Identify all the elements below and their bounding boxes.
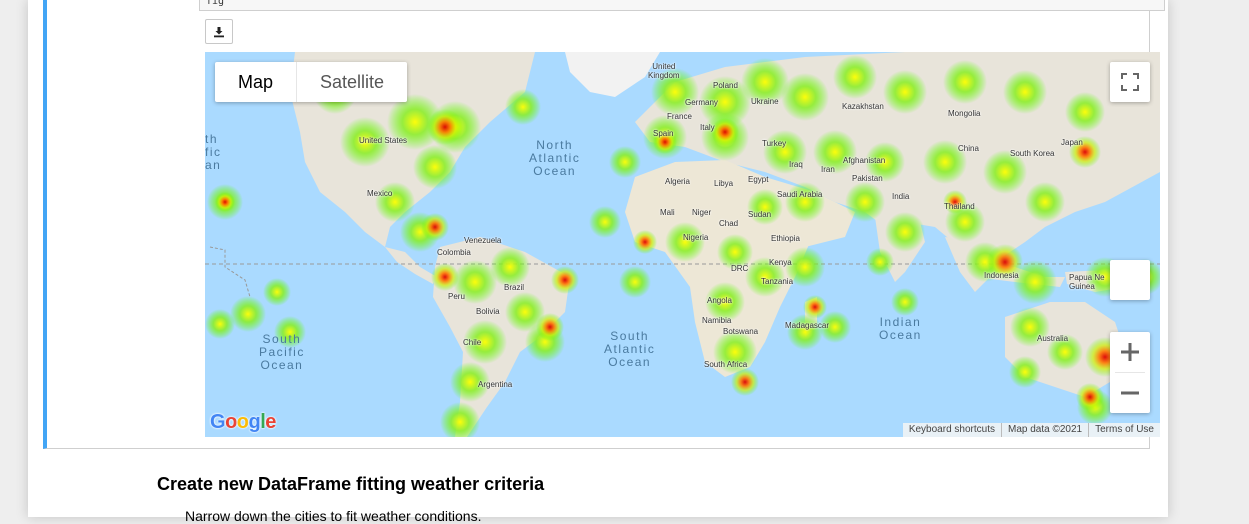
keyboard-shortcuts-link[interactable]: Keyboard shortcuts (903, 423, 1001, 437)
download-icon (214, 26, 224, 37)
fullscreen-icon (1121, 73, 1139, 91)
google-logo[interactable]: Google (210, 411, 276, 434)
label-brazil: Brazil (504, 283, 525, 292)
label-turkey: Turkey (762, 139, 787, 148)
fullscreen-button[interactable] (1110, 62, 1150, 102)
zoom-out-button[interactable] (1110, 373, 1150, 413)
label-indonesia: Indonesia (984, 271, 1019, 280)
map-data-text: Map data ©2021 (1001, 423, 1088, 437)
label-pakistan: Pakistan (852, 174, 883, 183)
zoom-control (1110, 332, 1150, 413)
label-niger: Niger (692, 208, 712, 217)
label-tanzania: Tanzania (761, 277, 794, 286)
map-type-map-button[interactable]: Map (215, 62, 296, 102)
label-bolivia: Bolivia (476, 307, 500, 316)
label-thailand: Thailand (944, 202, 975, 211)
map-type-control: Map Satellite (215, 62, 408, 102)
label-kenya: Kenya (769, 258, 792, 267)
notebook-page: fig United Kingdom Poland Ukraine German… (28, 0, 1168, 524)
label-chad: Chad (719, 219, 739, 228)
label-poland: Poland (713, 81, 738, 90)
label-china: China (958, 144, 979, 153)
label-north-atlantic: North Atlantic Ocean (529, 138, 581, 178)
terms-of-use-link[interactable]: Terms of Use (1088, 423, 1160, 437)
street-view-button[interactable] (1110, 260, 1150, 300)
label-north-pacific-partial: th fic an (205, 132, 222, 172)
label-ethiopia: Ethiopia (771, 234, 800, 243)
plus-icon (1121, 343, 1139, 361)
label-south-atlantic: South Atlantic Ocean (604, 329, 656, 369)
label-venezuela: Venezuela (464, 236, 502, 245)
map-attribution: Keyboard shortcuts Map data ©2021 Terms … (902, 423, 1160, 437)
label-mongolia: Mongolia (948, 109, 981, 118)
label-namibia: Namibia (702, 316, 732, 325)
label-saudi-arabia: Saudi Arabia (777, 190, 823, 199)
code-input-stub[interactable]: fig (199, 0, 1165, 11)
download-button[interactable] (205, 19, 233, 44)
label-mali: Mali (660, 208, 675, 217)
label-ukraine: Ukraine (751, 97, 779, 106)
label-libya: Libya (714, 179, 734, 188)
heatmap-map[interactable]: United Kingdom Poland Ukraine Germany Fr… (205, 52, 1160, 437)
label-india: India (892, 192, 910, 201)
label-italy: Italy (700, 123, 715, 132)
label-chile: Chile (463, 338, 482, 347)
label-iraq: Iraq (789, 160, 803, 169)
label-madagascar: Madagascar (785, 321, 830, 330)
label-japan: Japan (1061, 138, 1083, 147)
label-france: France (667, 112, 692, 121)
label-indian-ocean: Indian Ocean (879, 315, 922, 342)
label-algeria: Algeria (665, 177, 690, 186)
label-egypt: Egypt (748, 175, 769, 184)
label-mexico: Mexico (367, 189, 393, 198)
label-drc: DRC (731, 264, 749, 273)
label-peru: Peru (448, 292, 465, 301)
label-botswana: Botswana (723, 327, 759, 336)
label-germany: Germany (685, 98, 718, 107)
label-united-kingdom: United Kingdom (648, 62, 680, 80)
label-south-korea: South Korea (1010, 149, 1055, 158)
zoom-in-button[interactable] (1110, 332, 1150, 372)
label-south-pacific: South Pacific Ocean (259, 332, 305, 372)
label-united-states: United States (359, 136, 408, 145)
label-sudan: Sudan (748, 210, 772, 219)
label-kazakhstan: Kazakhstan (842, 102, 884, 111)
label-argentina: Argentina (478, 380, 513, 389)
label-angola: Angola (707, 296, 732, 305)
label-nigeria: Nigeria (683, 233, 709, 242)
section-heading: Create new DataFrame fitting weather cri… (157, 474, 545, 494)
label-south-africa: South Africa (704, 360, 748, 369)
label-australia: Australia (1037, 334, 1069, 343)
label-iran: Iran (821, 165, 835, 174)
map-type-satellite-button[interactable]: Satellite (297, 62, 407, 102)
world-map-canvas (205, 52, 1160, 437)
section-paragraph: Narrow down the cities to fit weather co… (185, 508, 482, 524)
label-colombia: Colombia (437, 248, 471, 257)
label-papua: Papua Ne Guinea (1069, 273, 1105, 291)
label-afghanistan: Afghanistan (843, 156, 886, 165)
minus-icon (1121, 391, 1139, 395)
output-cell[interactable]: fig United Kingdom Poland Ukraine German… (43, 0, 1165, 449)
label-spain: Spain (653, 129, 674, 138)
